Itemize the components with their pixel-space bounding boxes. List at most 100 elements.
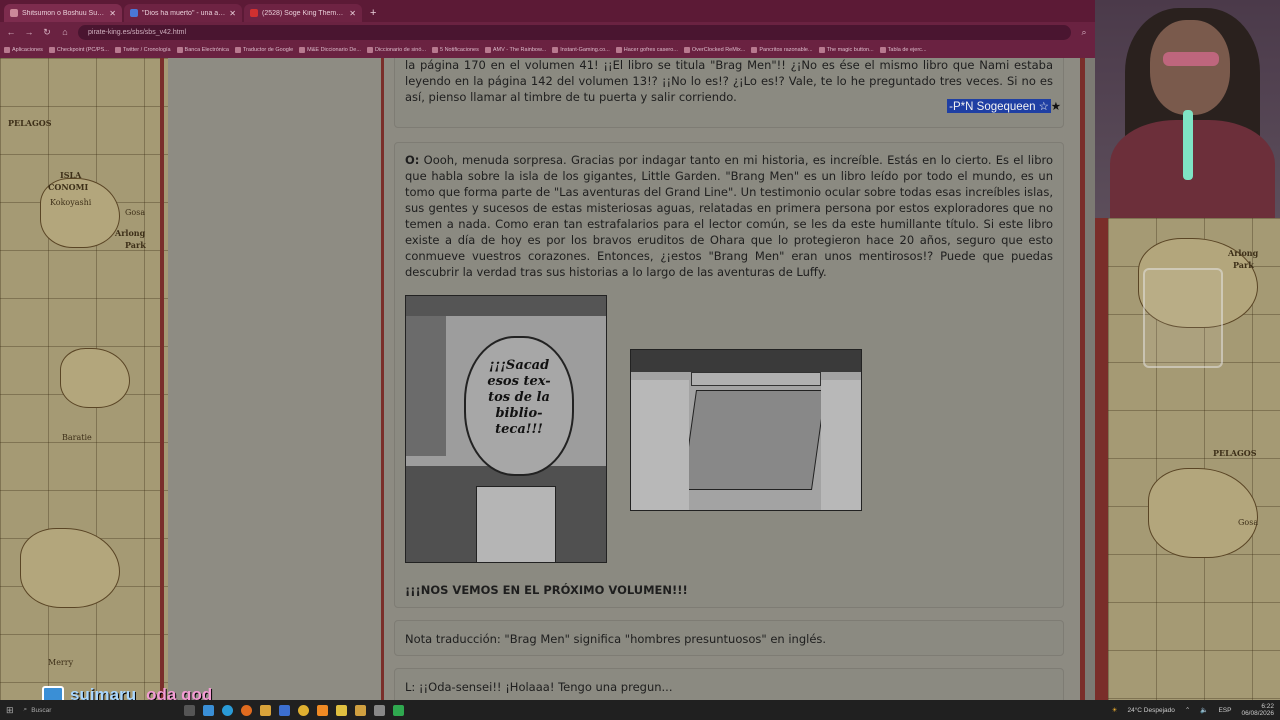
bookmark-icon [615, 47, 622, 53]
bookmark-item[interactable]: Twitter / Cronología [114, 47, 171, 53]
back-icon[interactable]: ← [6, 27, 16, 37]
app-icon[interactable] [373, 704, 385, 716]
tab-favicon-icon [250, 9, 258, 17]
app-icon[interactable] [202, 704, 214, 716]
bookmark-item[interactable]: M&E Diccionario De... [299, 47, 361, 53]
right-map-background: Arlong Park PELAGOS Gosa [1108, 218, 1280, 700]
app-icon[interactable] [278, 704, 290, 716]
island-shape [60, 348, 130, 408]
mug-overlay-image [1143, 268, 1223, 368]
answer-text: O: Oooh, menuda sorpresa. Gracias por in… [405, 153, 1054, 279]
folder-icon[interactable] [335, 704, 347, 716]
bookmark-icon [484, 47, 491, 53]
forward-icon[interactable]: → [24, 27, 34, 37]
outro-text: ¡¡¡NOS VEMOS EN EL PRÓXIMO VOLUMEN!!! [405, 583, 688, 597]
apps-icon [4, 47, 10, 53]
bookmark-item[interactable]: Aplicaciones [4, 47, 43, 53]
app-icon[interactable] [259, 704, 271, 716]
app-icon[interactable] [316, 704, 328, 716]
tab-label: (2528) Soge King Theme | One [262, 9, 345, 17]
reload-icon[interactable]: ↻ [42, 27, 52, 38]
system-tray: ☀ 24°C Despejado ⌃ 🔈 ESP 6:22 06/08/2026 [1112, 703, 1274, 717]
browser-tab[interactable]: Shitsumon o Boshuu Suru (SBS ✕ [4, 4, 122, 22]
map-label: Park [125, 240, 146, 250]
bookmark-icon [683, 47, 690, 53]
new-tab-icon[interactable]: + [364, 7, 382, 22]
bookmark-item[interactable]: Tabla de ejerc... [879, 47, 927, 53]
close-tab-icon[interactable]: ✕ [349, 9, 356, 18]
weather-icon: ☀ [1111, 707, 1118, 714]
map-label: Baratie [62, 433, 92, 442]
star-icon: ★ [1050, 101, 1061, 113]
bookmark-item[interactable]: AMV - The Rainbow... [484, 47, 546, 53]
address-toolbar: ← → ↻ ⌂ pirate-king.es/sbs/sbs_v42.html … [0, 22, 1095, 42]
browser-tab[interactable]: "Dios ha muerto" - una absurda ✕ [124, 4, 242, 22]
home-icon[interactable]: ⌂ [60, 27, 70, 37]
frame-border [1095, 218, 1108, 700]
search-icon: ⌕ [23, 706, 28, 713]
chrome-icon[interactable] [297, 704, 309, 716]
bookmark-item[interactable]: Pancritos razonable... [751, 47, 813, 53]
clock[interactable]: 6:22 06/08/2026 [1241, 703, 1274, 717]
map-label: Kokoyashi [50, 198, 92, 207]
tab-favicon-icon [130, 9, 138, 17]
bookmark-icon [234, 47, 241, 53]
language-indicator[interactable]: ESP [1218, 707, 1231, 714]
bookmark-icon [366, 47, 373, 53]
windows-taskbar: ⊞ ⌕ Buscar ☀ 24°C Despejado ⌃ 🔈 ESP 6:22… [0, 700, 1280, 720]
bookmark-icon [299, 47, 306, 53]
question-card: la página 170 en el volumen 41! ¡¡El lib… [394, 58, 1064, 128]
volume-icon[interactable]: 🔈 [1200, 706, 1208, 714]
close-tab-icon[interactable]: ✕ [229, 9, 236, 18]
answer-card: O: Oooh, menuda sorpresa. Gracias por in… [394, 142, 1064, 608]
bookmark-item[interactable]: Checkpoint (PC/PS... [48, 47, 109, 53]
close-tab-icon[interactable]: ✕ [109, 9, 116, 18]
map-label: Arlong [1228, 248, 1259, 258]
bookmark-item[interactable]: Diccionario de sinó... [366, 47, 426, 53]
tray-arrow-icon[interactable]: ⌃ [1185, 706, 1190, 714]
search-icon[interactable]: ⌕ [1079, 27, 1089, 38]
browser-tab[interactable]: (2528) Soge King Theme | One ✕ [244, 4, 362, 22]
translation-note-card: Nota traducción: "Brag Men" significa "h… [394, 620, 1064, 656]
bookmark-icon [176, 47, 183, 53]
edge-icon[interactable] [221, 704, 233, 716]
bookmark-item[interactable]: Traductor de Google [234, 47, 293, 53]
microphone-icon [1183, 110, 1193, 180]
map-label: Merry [48, 658, 74, 667]
facebook-icon [432, 47, 438, 53]
weather-text[interactable]: 24°C Despejado [1127, 707, 1174, 714]
firefox-icon[interactable] [240, 704, 252, 716]
map-label: Park [1233, 260, 1254, 270]
question-signature: -P*N Sogequeen ☆ [947, 99, 1051, 113]
island-shape [1148, 468, 1258, 558]
webcam-feed [1095, 0, 1280, 218]
bookmark-icon [552, 47, 559, 53]
app-icon[interactable] [392, 704, 404, 716]
bookmark-item[interactable]: Instant-Gaming.co... [552, 47, 610, 53]
app-icon[interactable] [354, 704, 366, 716]
taskbar-search[interactable]: ⌕ Buscar [24, 706, 164, 714]
task-view-icon[interactable] [183, 704, 195, 716]
island-shape [20, 528, 120, 608]
manga-panel-image: ¡¡¡Sacad esos tex- tos de la biblio- tec… [405, 295, 607, 563]
speech-bubble-text: ¡¡¡Sacad esos tex- tos de la biblio- tec… [487, 358, 551, 437]
bookmark-item[interactable]: OverClocked ReMix... [683, 47, 745, 53]
bookmark-item[interactable]: Banca Electrónica [176, 47, 229, 53]
bookmark-icon [879, 47, 886, 53]
scrollbar-track[interactable] [1085, 58, 1095, 700]
map-label: CONOMI [48, 182, 89, 192]
bookmark-item[interactable]: 5 Notificaciones [432, 47, 479, 53]
sbs-content: la página 170 en el volumen 41! ¡¡El lib… [384, 58, 1080, 700]
map-label: PELAGOS [8, 118, 52, 128]
bookmark-icon [818, 47, 825, 53]
next-question-card: L: ¡¡Oda-sensei!! ¡Holaaa! Tengo una pre… [394, 668, 1064, 700]
left-map-background: PELAGOS ISLA CONOMI Kokoyashi Gosa Arlon… [0, 58, 168, 700]
url-text: pirate-king.es/sbs/sbs_v42.html [88, 28, 187, 36]
map-label: ISLA [60, 170, 82, 180]
tab-favicon-icon [10, 9, 18, 17]
url-field[interactable]: pirate-king.es/sbs/sbs_v42.html [78, 24, 1071, 40]
bookmark-item[interactable]: The magic button... [818, 47, 874, 53]
start-icon[interactable]: ⊞ [6, 705, 14, 716]
bookmark-item[interactable]: Hacer gofres casero... [615, 47, 678, 53]
bookmarks-bar: Aplicaciones Checkpoint (PC/PS... Twitte… [0, 42, 1095, 58]
